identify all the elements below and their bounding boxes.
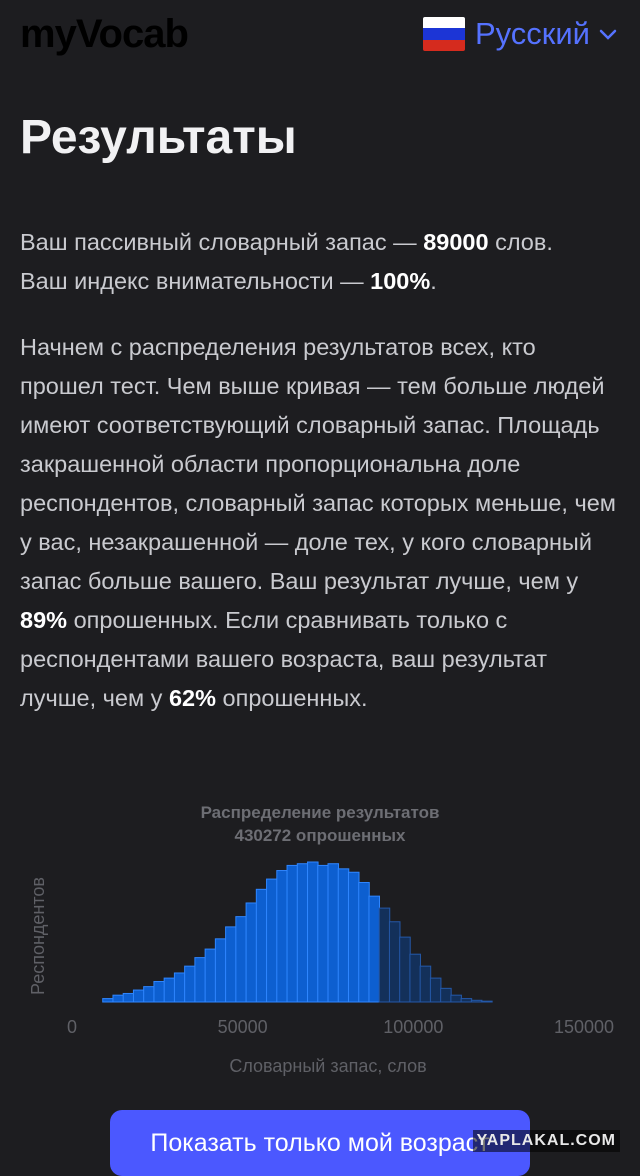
histogram-bar <box>184 965 196 1003</box>
histogram-bar <box>317 864 329 1003</box>
histogram-bar <box>399 936 411 1003</box>
histogram-bar <box>307 861 319 1003</box>
histogram-bar <box>429 977 442 1003</box>
histogram-bar <box>194 957 206 1003</box>
page-title: Результаты <box>20 111 297 164</box>
chart-title: Распределение результатов <box>201 803 440 822</box>
distribution-chart: Распределение результатов 430272 опрошен… <box>28 803 614 1076</box>
language-selector[interactable]: Русский <box>422 16 618 52</box>
histogram-bar <box>214 938 227 1003</box>
histogram-bar <box>266 878 278 1003</box>
histogram-bar <box>409 953 421 1003</box>
histogram-bar <box>163 977 176 1003</box>
histogram-bar <box>347 871 360 1003</box>
x-tick-label: 150000 <box>554 1017 614 1037</box>
vocab-size-value: 89000 <box>423 229 489 255</box>
histogram-bar <box>245 902 258 1003</box>
y-axis-label: Респондентов <box>28 877 48 995</box>
histogram-bar <box>112 994 124 1003</box>
histogram-bar <box>153 981 165 1003</box>
histogram-bar <box>286 864 299 1003</box>
histogram-bar <box>204 948 217 1003</box>
histogram-bar <box>337 868 350 1003</box>
histogram-bar <box>143 986 155 1003</box>
histogram-bar <box>132 989 145 1003</box>
histogram-bar <box>460 998 473 1003</box>
histogram-bar <box>388 921 401 1003</box>
histogram-bar <box>255 888 268 1003</box>
percent-age-value: 62% <box>168 685 217 711</box>
x-tick-label: 50000 <box>218 1017 268 1037</box>
histogram-bar <box>225 926 237 1003</box>
histogram-bar <box>419 965 432 1003</box>
histogram-bar <box>327 863 340 1003</box>
x-tick-label: 0 <box>67 1017 77 1037</box>
results-description: Начнем с распределения результатов всех,… <box>20 334 616 711</box>
percent-all-value: 89% <box>20 607 68 633</box>
histogram-bar <box>358 881 370 1003</box>
histogram-bar <box>235 916 247 1003</box>
x-tick-label: 100000 <box>383 1017 443 1037</box>
histogram-bar <box>481 1000 493 1003</box>
language-label: Русский <box>474 16 590 51</box>
results-summary: Ваш пассивный словарный запас — 89000 сл… <box>20 229 553 294</box>
histogram-bar <box>102 998 114 1003</box>
histogram-bar <box>173 972 186 1003</box>
histogram-bar <box>296 863 309 1003</box>
histogram-bar <box>378 907 391 1003</box>
histogram-bar <box>450 994 462 1003</box>
histogram-bar <box>122 992 135 1003</box>
histogram-bar <box>368 895 380 1003</box>
histogram-bar <box>276 870 288 1003</box>
x-axis-label: Словарный запас, слов <box>229 1056 426 1076</box>
header: myVocab Русский <box>0 0 640 80</box>
attention-index-value: 100% <box>370 268 431 294</box>
histogram-bar <box>440 987 452 1003</box>
logo-text: myVocab <box>20 12 189 56</box>
chart-subtitle: 430272 опрошенных <box>234 826 406 845</box>
show-my-age-button[interactable]: Показать только мой возраст <box>110 1110 530 1176</box>
watermark: YAPLAKAL.COM <box>472 1130 620 1152</box>
logo[interactable]: myVocab <box>20 12 189 57</box>
russia-flag-icon <box>422 17 465 51</box>
chevron-down-icon <box>599 29 617 40</box>
histogram-bar <box>470 999 483 1003</box>
